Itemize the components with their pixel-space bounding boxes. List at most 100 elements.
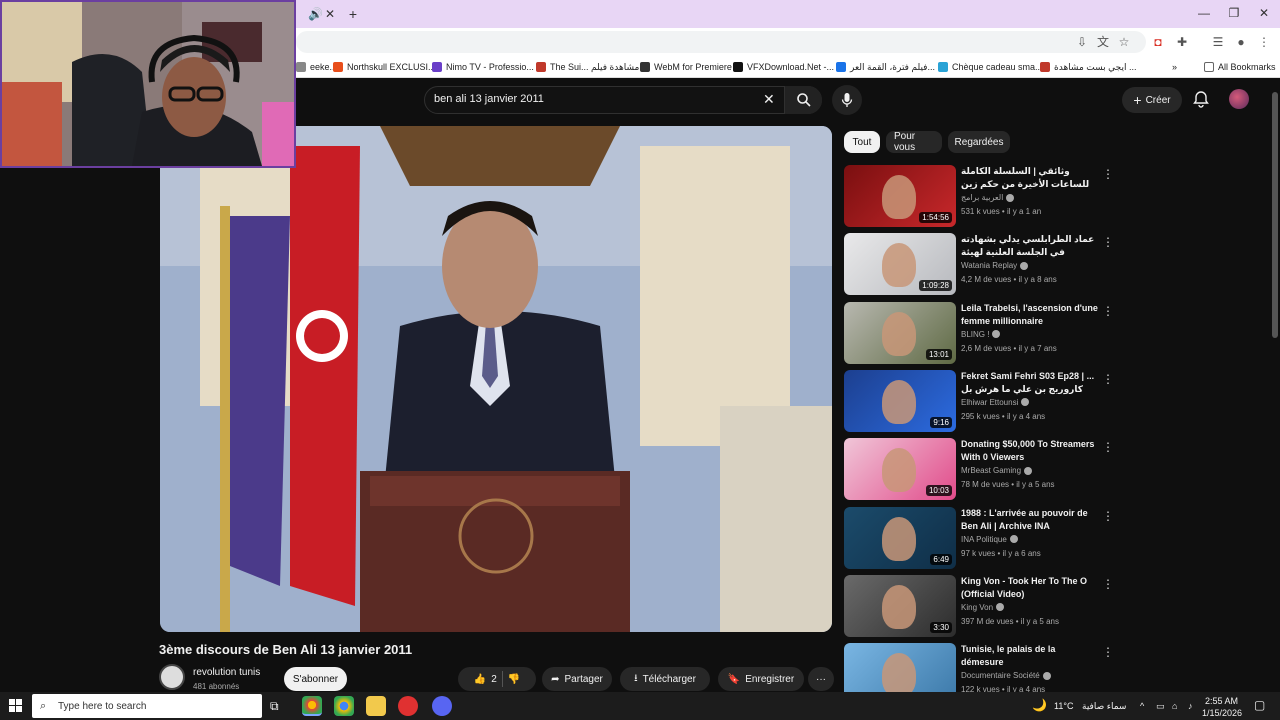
bookmarks-overflow-button[interactable]: » xyxy=(1172,60,1177,74)
clear-search-icon[interactable]: ✕ xyxy=(763,91,775,108)
install-icon[interactable]: ⇩ xyxy=(1074,34,1090,50)
create-button[interactable]: + Créer xyxy=(1122,87,1182,113)
tab-close-icon[interactable]: ✕ xyxy=(323,7,337,21)
chrome-profile-taskbar-icon[interactable] xyxy=(334,696,354,716)
recommendation-channel[interactable]: MrBeast Gaming xyxy=(961,466,1033,475)
more-options-icon[interactable]: ⋮ xyxy=(1102,235,1114,249)
recommendation-card[interactable]: 10:03 Donating $50,000 To Streamers With … xyxy=(844,438,1114,501)
voice-search-button[interactable] xyxy=(832,85,862,115)
recommendation-thumbnail[interactable]: 3:30 xyxy=(844,574,956,637)
bookmark-item[interactable]: VFXDownload.Net -... xyxy=(733,60,834,74)
minimize-icon[interactable]: — xyxy=(1194,6,1214,20)
task-view-icon[interactable]: ⧉ xyxy=(270,699,279,714)
account-avatar[interactable] xyxy=(1229,89,1249,109)
media-queue-icon[interactable]: ☰ xyxy=(1210,34,1226,50)
recommendation-channel[interactable]: Documentaire Société xyxy=(961,671,1051,680)
more-options-icon[interactable]: ⋮ xyxy=(1102,440,1114,454)
save-button[interactable]: 🔖 Enregistrer xyxy=(718,667,804,691)
more-options-icon[interactable]: ⋮ xyxy=(1102,577,1114,591)
download-button[interactable]: ⭳ Télécharger xyxy=(620,667,710,691)
filter-chip[interactable]: Tout xyxy=(844,131,880,153)
thumbs-down-icon[interactable]: 👎 xyxy=(508,674,520,685)
recommendation-channel[interactable]: BLING ! xyxy=(961,330,1001,339)
discord-icon[interactable] xyxy=(432,696,452,716)
bookmark-item[interactable]: Nimo TV - Professio... xyxy=(432,60,534,74)
all-bookmarks-button[interactable]: All Bookmarks xyxy=(1204,60,1276,74)
star-bookmark-icon[interactable]: ☆ xyxy=(1116,34,1132,50)
extension-red-icon[interactable]: ◘ xyxy=(1150,34,1166,50)
network-icon[interactable]: ⌂ xyxy=(1172,701,1177,711)
notification-center-icon[interactable]: ▢ xyxy=(1254,698,1265,712)
more-options-icon[interactable]: ⋮ xyxy=(1102,167,1114,181)
windows-start-icon[interactable] xyxy=(9,699,22,712)
bookmark-item[interactable]: WebM for Premiere xyxy=(640,60,732,74)
audio-icon[interactable]: 🔊 xyxy=(308,7,323,21)
profile-icon[interactable]: ● xyxy=(1233,34,1249,50)
volume-icon[interactable]: ♪ xyxy=(1188,701,1193,711)
new-tab-icon[interactable]: + xyxy=(346,7,360,21)
recommendation-card[interactable]: 6:49 1988 : L'arrivée au pouvoir de Ben A… xyxy=(844,506,1114,569)
recommendation-channel[interactable]: INA Politique xyxy=(961,535,1018,544)
clock-date[interactable]: 1/15/2026 xyxy=(1202,708,1242,718)
filter-chip[interactable]: Pour vous xyxy=(886,131,942,153)
filter-chip[interactable]: Regardées xyxy=(948,131,1010,153)
recommendation-channel[interactable]: Elhiwar Ettounsi xyxy=(961,398,1030,407)
bookmark-item[interactable]: فيلم فترة، القمة العر... xyxy=(836,60,935,74)
recommendation-title[interactable]: Donating $50,000 To Streamers With 0 Vie… xyxy=(961,438,1099,464)
recommendation-channel[interactable]: King Von xyxy=(961,603,1005,612)
recommendation-title[interactable]: 1988 : L'arrivée au pouvoir de Ben Ali |… xyxy=(961,507,1099,533)
channel-avatar[interactable] xyxy=(159,664,185,690)
obs-icon[interactable] xyxy=(398,696,418,716)
video-duration: 1:09:28 xyxy=(919,280,952,292)
recommendation-channel[interactable]: Watania Replay xyxy=(961,261,1029,270)
recommendation-title[interactable]: Tunisie, le palais de la démesure xyxy=(961,643,1099,669)
recommendation-thumbnail[interactable]: 6:49 xyxy=(844,506,956,569)
bookmark-item[interactable]: Chèque cadeau sma... xyxy=(938,60,1043,74)
tray-chevron-icon[interactable]: ^ xyxy=(1140,701,1144,711)
recommendation-thumbnail[interactable]: 10:03 xyxy=(844,438,956,501)
browser-menu-icon[interactable]: ⋮ xyxy=(1256,34,1272,50)
more-options-icon[interactable]: ⋮ xyxy=(1102,372,1114,386)
window-close-icon[interactable]: ✕ xyxy=(1254,6,1274,20)
recommendation-title[interactable]: عماد الطرابلسي يدلي بشهادته في الجلسة ال… xyxy=(961,233,1099,259)
recommendation-title[interactable]: وثائقي | السلسلة الكاملة للساعات الأخيرة… xyxy=(961,165,1099,191)
recommendation-title[interactable]: Leila Trabelsi, l'ascension d'une femme … xyxy=(961,302,1099,328)
file-explorer-icon[interactable] xyxy=(366,696,386,716)
recommendation-title[interactable]: Fekret Sami Fehri S03 Ep28 | ... كاروريج… xyxy=(961,370,1099,396)
more-actions-button[interactable]: ··· xyxy=(808,667,834,691)
restore-icon[interactable]: ❐ xyxy=(1224,6,1244,20)
scrollbar-thumb[interactable] xyxy=(1272,92,1278,338)
bookmark-item[interactable]: eeke... xyxy=(296,60,337,74)
more-options-icon[interactable]: ⋮ xyxy=(1102,304,1114,318)
tray-app-icon[interactable]: ▭ xyxy=(1156,701,1165,712)
chrome-taskbar-icon[interactable] xyxy=(302,696,322,716)
subscribe-button[interactable]: S'abonner xyxy=(284,667,347,691)
recommendation-card[interactable]: 13:01 Leila Trabelsi, l'ascension d'une f… xyxy=(844,301,1114,364)
more-options-icon[interactable]: ⋮ xyxy=(1102,645,1114,659)
video-player[interactable] xyxy=(160,126,832,632)
share-button[interactable]: ➦ Partager xyxy=(542,667,612,691)
recommendation-thumbnail[interactable]: 13:01 xyxy=(844,301,956,364)
channel-name[interactable]: revolution tunis xyxy=(193,667,260,678)
bookmark-item[interactable]: The Sui... مشاهدة فيلم xyxy=(536,60,639,74)
extensions-icon[interactable]: ✚ xyxy=(1174,34,1190,50)
search-button[interactable] xyxy=(784,86,822,114)
recommendation-card[interactable]: 1:09:28 عماد الطرابلسي يدلي بشهادته في ال… xyxy=(844,233,1114,296)
recommendation-card[interactable]: 1:54:56 وثائقي | السلسلة الكاملة للساعات … xyxy=(844,165,1114,227)
more-options-icon[interactable]: ⋮ xyxy=(1102,509,1114,523)
like-button[interactable]: 👍 2 xyxy=(474,674,497,685)
bookmark-item[interactable]: Northskull EXCLUSI... xyxy=(333,60,436,74)
recommendation-card[interactable]: 3:30 King Von - Took Her To The O (Offici… xyxy=(844,574,1114,637)
bookmark-label: WebM for Premiere xyxy=(654,62,732,72)
clock-time[interactable]: 2:55 AM xyxy=(1202,696,1238,706)
address-bar[interactable] xyxy=(296,31,1146,53)
bookmark-item[interactable]: ايجي بست مشاهدة ... xyxy=(1040,60,1136,74)
recommendation-thumbnail[interactable]: 1:09:28 xyxy=(844,233,956,296)
recommendation-title[interactable]: King Von - Took Her To The O (Official V… xyxy=(961,575,1099,601)
recommendation-thumbnail[interactable]: 1:54:56 xyxy=(844,165,956,227)
translate-icon[interactable]: 文 xyxy=(1095,34,1111,50)
recommendation-thumbnail[interactable]: 9:16 xyxy=(844,369,956,432)
recommendation-channel[interactable]: العربية برامج xyxy=(961,193,1015,202)
notifications-bell-icon[interactable] xyxy=(1192,90,1210,108)
recommendation-card[interactable]: 9:16 Fekret Sami Fehri S03 Ep28 | ... كار… xyxy=(844,369,1114,432)
